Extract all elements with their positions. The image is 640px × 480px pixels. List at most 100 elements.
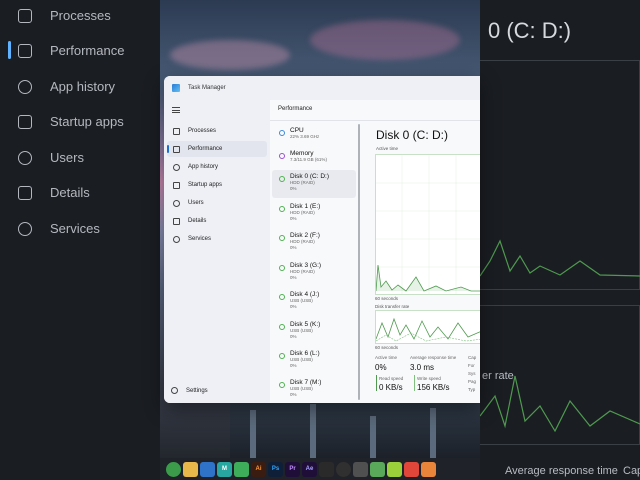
- zoomed-nav-details: Details: [18, 185, 90, 200]
- zoomed-nav-performance: Performance: [18, 43, 124, 58]
- window-title: Task Manager: [188, 85, 226, 91]
- disk-graph-icon: [279, 265, 285, 271]
- history-icon: [173, 163, 180, 171]
- sidebar-item-details[interactable]: Details: [167, 213, 267, 229]
- disk-graph-icon: [279, 176, 285, 182]
- zoomed-sidebar-background: Processes Performance App history Startu…: [0, 0, 160, 480]
- resource-name: Disk 7 (M:): [290, 379, 322, 386]
- processes-icon: [18, 8, 32, 23]
- settings-icon[interactable]: [353, 461, 368, 477]
- resource-usage: 0%: [290, 304, 297, 309]
- read-speed-label: Read speed: [379, 376, 404, 381]
- write-speed-label: Write speed: [417, 376, 441, 381]
- camtasia-icon[interactable]: [387, 461, 402, 477]
- disk-graph-icon: [279, 324, 285, 330]
- zoomed-nav-label: Details: [50, 185, 90, 200]
- file-explorer-icon[interactable]: [183, 461, 198, 477]
- photoshop-icon[interactable]: Ps: [268, 461, 283, 477]
- resource-usage: 0%: [290, 245, 297, 250]
- active-time-graph: [375, 154, 480, 295]
- avg-response-value: 3.0 ms: [410, 363, 435, 372]
- formatted-label: For: [468, 363, 475, 368]
- obs-icon[interactable]: [336, 461, 351, 477]
- shield-icon[interactable]: [421, 461, 436, 477]
- active-time-graph-label: Active time: [376, 146, 399, 151]
- resource-name: Disk 4 (J:): [290, 291, 320, 298]
- settings-button[interactable]: Settings: [171, 387, 208, 394]
- system-disk-label: Sys: [468, 371, 476, 376]
- wallpaper-cloud: [310, 20, 460, 60]
- sidebar-item-processes[interactable]: Processes: [167, 123, 267, 139]
- transfer-rate-graph-label: Disk transfer rate: [375, 304, 410, 309]
- resolve-icon[interactable]: [319, 461, 334, 477]
- performance-icon: [18, 43, 32, 58]
- resource-item-disk-4[interactable]: Disk 4 (J:) USB (USB) 0%: [272, 288, 356, 316]
- title-bar[interactable]: Task Manager: [164, 76, 480, 100]
- resource-name: Memory: [290, 150, 314, 157]
- sidebar-item-label: Services: [188, 236, 212, 242]
- sidebar-item-services[interactable]: Services: [167, 231, 267, 247]
- sidebar-item-performance[interactable]: Performance: [167, 141, 267, 157]
- zoomed-nav-label: Users: [50, 150, 84, 165]
- resource-item-disk-3[interactable]: Disk 3 (G:) HDD (RAID) 0%: [272, 259, 356, 287]
- sidebar-item-users[interactable]: Users: [167, 195, 267, 211]
- cpu-graph-icon: [279, 130, 285, 136]
- chrome-icon[interactable]: [166, 461, 181, 477]
- resource-item-disk-1[interactable]: Disk 1 (E:) HDD (RAID) 0%: [272, 200, 356, 228]
- zoomed-response-label: Average response time: [505, 465, 618, 477]
- page-title: Performance: [278, 106, 313, 112]
- resource-name: Disk 0 (C: D:): [290, 173, 329, 180]
- hamburger-icon[interactable]: [172, 107, 180, 113]
- resource-list-scrollbar[interactable]: [358, 124, 360, 400]
- read-speed-legend: [376, 375, 377, 391]
- services-icon: [173, 235, 180, 243]
- resource-item-disk-7[interactable]: Disk 7 (M:) USB (USB) 0%: [272, 376, 356, 403]
- app-check-icon[interactable]: [234, 461, 249, 477]
- resource-sub: 22% 3.69 GHz: [290, 134, 320, 139]
- wallpaper-cloud: [170, 40, 290, 70]
- resource-name: Disk 3 (G:): [290, 262, 322, 269]
- store-icon[interactable]: [200, 461, 215, 477]
- users-icon: [173, 199, 180, 207]
- sidebar-item-app-history[interactable]: App history: [167, 159, 267, 175]
- task-manager-icon: [172, 84, 180, 92]
- sidebar-item-startup-apps[interactable]: Startup apps: [167, 177, 267, 193]
- zoomed-nav-label: Performance: [50, 43, 125, 58]
- app-m-icon[interactable]: M: [217, 461, 232, 477]
- sidebar-item-label: Processes: [188, 128, 217, 134]
- resource-item-disk-6[interactable]: Disk 6 (L:) USB (USB) 0%: [272, 347, 356, 375]
- services-icon: [18, 221, 32, 236]
- users-icon: [18, 150, 32, 165]
- write-speed-legend: [414, 375, 415, 391]
- resource-item-disk-0[interactable]: Disk 0 (C: D:) HDD (RAID) 0%: [272, 170, 356, 198]
- zoomed-transfer-graph: [480, 305, 640, 445]
- task-manager-window: Task Manager Processes Performance App h…: [164, 76, 480, 403]
- capacity-label: Cap: [468, 355, 477, 360]
- wallpaper-post: [430, 408, 436, 460]
- phone-icon[interactable]: [370, 461, 385, 477]
- type-label: Typ: [468, 387, 476, 392]
- avg-response-label: Average response time: [410, 355, 457, 360]
- zoomed-nav-label: Services: [50, 221, 100, 236]
- resource-item-disk-2[interactable]: Disk 2 (F:) HDD (RAID) 0%: [272, 229, 356, 257]
- capcut-icon[interactable]: [404, 461, 419, 477]
- page-file-label: Pag: [468, 379, 477, 384]
- resource-item-disk-5[interactable]: Disk 5 (K:) USB (USB) 0%: [272, 318, 356, 346]
- sidebar-item-label: Details: [188, 218, 207, 224]
- zoomed-graph-svg: [480, 239, 640, 277]
- after-effects-icon[interactable]: Ae: [302, 461, 317, 477]
- resource-usage: 0%: [290, 334, 297, 339]
- premiere-icon[interactable]: Pr: [285, 461, 300, 477]
- disk-title: Disk 0 (C: D:): [376, 128, 448, 142]
- illustrator-icon[interactable]: Ai: [251, 461, 266, 477]
- resource-usage: 0%: [290, 216, 297, 221]
- details-icon: [173, 217, 180, 225]
- resource-name: Disk 2 (F:): [290, 232, 320, 239]
- history-icon: [18, 79, 32, 94]
- zoomed-nav-label: App history: [50, 79, 116, 94]
- resource-name: Disk 6 (L:): [290, 350, 320, 357]
- transfer-rate-graph-svg: [375, 317, 480, 342]
- resource-usage: 0%: [290, 363, 297, 368]
- disk-graph-icon: [279, 382, 285, 388]
- wallpaper-post: [250, 410, 256, 460]
